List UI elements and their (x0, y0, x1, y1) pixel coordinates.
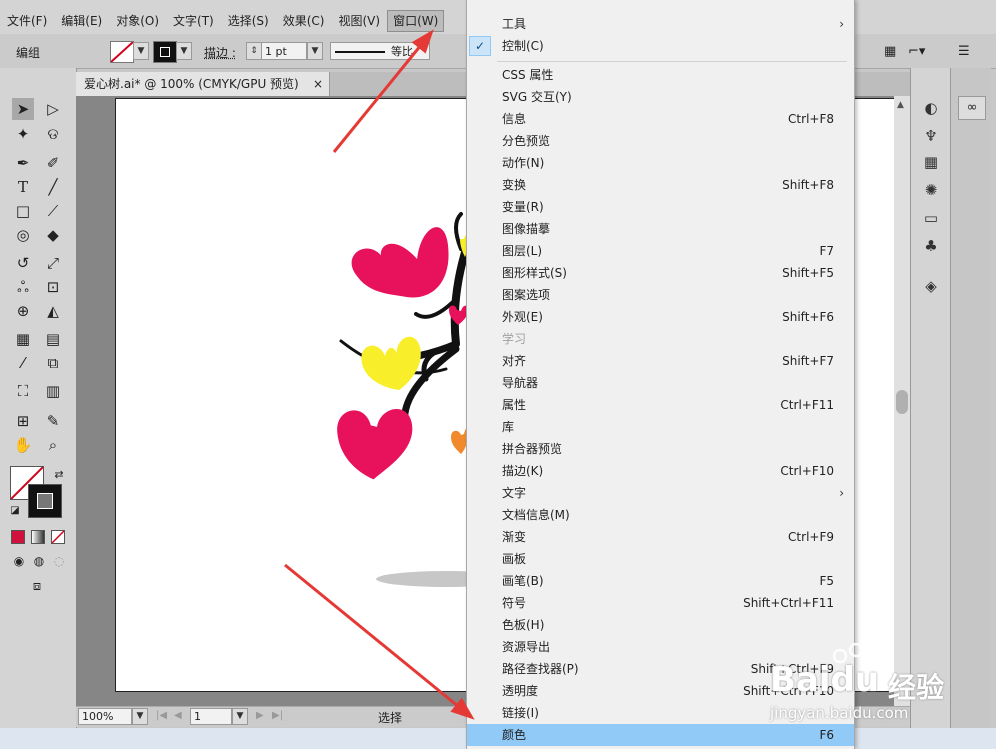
baidu-watermark: Baidu 经验 jingyan.baidu.com (770, 636, 996, 736)
watermark-brand-cn: 经验 (888, 671, 945, 704)
red-arrow-to-color-item (284, 563, 475, 720)
red-arrow-to-window-menu (332, 29, 434, 153)
watermark-url: jingyan.baidu.com (770, 704, 909, 722)
watermark-brand: Baidu (770, 660, 880, 700)
